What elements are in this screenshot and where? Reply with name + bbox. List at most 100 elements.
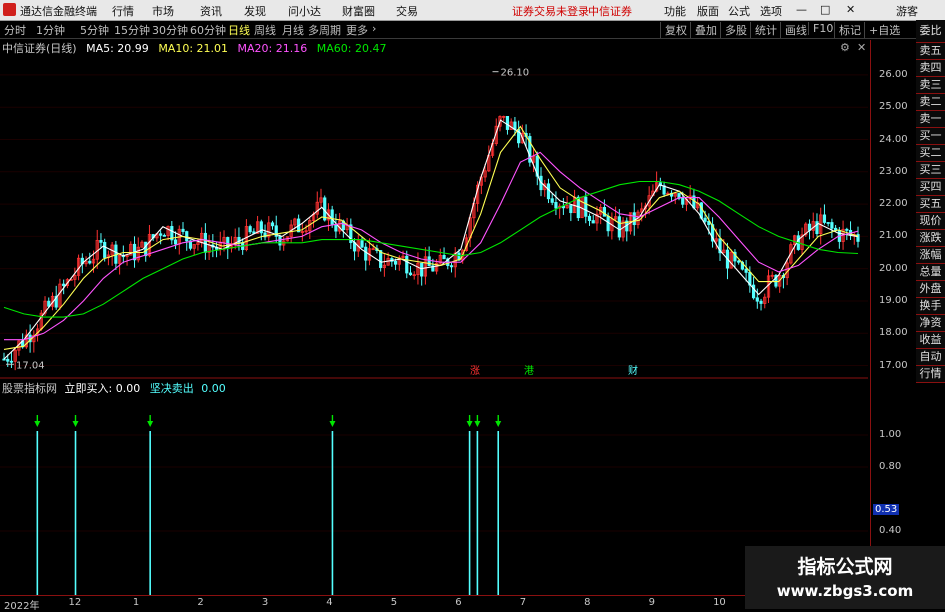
menu-wenxiaoda[interactable]: 问小达 bbox=[288, 3, 321, 19]
candle-body bbox=[162, 234, 166, 237]
ma-line-ma5 bbox=[3, 119, 859, 360]
date-tick: 9 bbox=[648, 597, 655, 608]
menu-faxian[interactable]: 发现 bbox=[244, 3, 266, 19]
side-item[interactable]: 卖一 bbox=[916, 111, 945, 128]
date-tick: 1 bbox=[132, 597, 140, 608]
tab-30min[interactable]: 30分钟 bbox=[152, 22, 188, 38]
tab-fenshi[interactable]: 分时 bbox=[4, 22, 26, 38]
candle-body bbox=[62, 283, 66, 287]
side-item[interactable]: 总量 bbox=[916, 264, 945, 281]
stats-button[interactable]: 统计 bbox=[750, 22, 777, 38]
minimize-icon[interactable]: — bbox=[796, 3, 807, 16]
side-item[interactable]: 买五 bbox=[916, 196, 945, 213]
indicator-chart[interactable] bbox=[0, 395, 870, 595]
candle-body bbox=[144, 241, 148, 257]
sell-signal-value: 0.00 bbox=[201, 382, 226, 395]
menu-gongshi[interactable]: 公式 bbox=[728, 3, 750, 19]
tab-1min[interactable]: 1分钟 bbox=[36, 22, 65, 38]
menu-zixun[interactable]: 资讯 bbox=[200, 3, 222, 19]
candle-body bbox=[830, 222, 834, 229]
restore-icon[interactable]: □ bbox=[820, 3, 830, 16]
candle-body bbox=[270, 222, 275, 227]
buy-signal-label: 立即买入: 0.00 bbox=[64, 382, 141, 395]
overlay-button[interactable]: 叠加 bbox=[690, 22, 717, 38]
price-tick: 24.00 bbox=[879, 133, 908, 145]
side-item[interactable]: 卖三 bbox=[916, 77, 945, 94]
price-tick: 21.00 bbox=[879, 230, 908, 242]
tab-5min[interactable]: 5分钟 bbox=[80, 22, 109, 38]
side-item[interactable]: 涨幅 bbox=[916, 247, 945, 264]
tab-weekly[interactable]: 周线 bbox=[254, 22, 276, 38]
candle-body bbox=[334, 223, 338, 232]
side-item[interactable]: 外盘 bbox=[916, 281, 945, 298]
period-toolbar: 分时 1分钟 5分钟 15分钟 30分钟 60分钟 日线 周线 月线 多周期 更… bbox=[0, 21, 945, 39]
guest-label[interactable]: 游客 bbox=[896, 3, 918, 19]
candle-body bbox=[822, 214, 827, 223]
fuquan-button[interactable]: 复权 bbox=[660, 22, 687, 38]
candlestick-chart[interactable]: 26.10 17.04 涨 港 财 bbox=[0, 56, 870, 381]
f10-button[interactable]: F10 bbox=[808, 22, 833, 35]
ma60-value: MA60: 20.47 bbox=[316, 42, 387, 55]
side-item[interactable]: 净资 bbox=[916, 315, 945, 332]
menu-caifuquan[interactable]: 财富圈 bbox=[342, 3, 375, 19]
candle-body bbox=[591, 220, 595, 224]
tab-monthly[interactable]: 月线 bbox=[282, 22, 304, 38]
side-item[interactable]: 收益 bbox=[916, 332, 945, 349]
ma5-value: MA5: 20.99 bbox=[86, 42, 149, 55]
tab-daily[interactable]: 日线 bbox=[228, 22, 250, 38]
close-panel-icon[interactable]: ✕ bbox=[857, 41, 866, 54]
menu-xuanxiang[interactable]: 选项 bbox=[760, 3, 782, 19]
side-item[interactable]: 卖二 bbox=[916, 94, 945, 111]
side-item[interactable]: 买四 bbox=[916, 179, 945, 196]
app-logo-icon bbox=[3, 3, 16, 16]
side-item[interactable]: 行情 bbox=[916, 366, 945, 383]
side-item[interactable]: 买一 bbox=[916, 128, 945, 145]
chevron-right-icon[interactable]: › bbox=[372, 22, 376, 35]
stock-name[interactable]: 中信证券(日线) bbox=[2, 42, 77, 55]
side-item[interactable]: 换手 bbox=[916, 298, 945, 315]
quote-side-panel: 委比 卖五 卖四 卖三 卖二 卖一 买一 买二 买三 买四 买五 现价 涨跌 涨幅 总量 外盘 换手 净资 收益 自动… bbox=[916, 20, 945, 440]
date-tick: 3 bbox=[261, 597, 269, 608]
event-tag: 财 bbox=[628, 364, 638, 377]
side-item[interactable]: 卖五 bbox=[916, 43, 945, 60]
date-tick: 6 bbox=[455, 597, 462, 608]
draw-line-button[interactable]: 画线 bbox=[780, 22, 807, 38]
menu-shichang[interactable]: 市场 bbox=[152, 3, 174, 19]
ma10-value: MA10: 21.01 bbox=[158, 42, 229, 55]
menu-hangqing[interactable]: 行情 bbox=[112, 3, 134, 19]
date-tick: 2 bbox=[197, 597, 204, 608]
trade-login-notice[interactable]: 证券交易未登录 bbox=[512, 3, 589, 19]
side-item[interactable]: 自动 bbox=[916, 349, 945, 366]
multi-stock-button[interactable]: 多股 bbox=[720, 22, 747, 38]
tab-15min[interactable]: 15分钟 bbox=[114, 22, 150, 38]
date-tick: 12 bbox=[68, 597, 82, 608]
side-item[interactable]: 买二 bbox=[916, 145, 945, 162]
side-item[interactable]: 现价 bbox=[916, 213, 945, 230]
add-favorite-button[interactable]: +自选 bbox=[864, 22, 900, 38]
candle-body bbox=[173, 239, 178, 245]
candle-body bbox=[364, 246, 368, 261]
candle-body bbox=[427, 256, 431, 267]
side-item[interactable]: 涨跌 bbox=[916, 230, 945, 247]
menu-banmian[interactable]: 版面 bbox=[697, 3, 719, 19]
candle-body bbox=[744, 268, 748, 273]
menu-gongneng[interactable]: 功能 bbox=[664, 3, 686, 19]
mark-button[interactable]: 标记 bbox=[834, 22, 861, 38]
candle-body bbox=[330, 209, 334, 225]
tab-multi-period[interactable]: 多周期 bbox=[308, 22, 341, 38]
candle-body bbox=[6, 358, 10, 362]
date-axis: 2022年12123456789101112 bbox=[0, 595, 870, 612]
tab-more[interactable]: 更多 bbox=[346, 22, 368, 38]
candle-body bbox=[203, 232, 207, 253]
settings-icon[interactable]: ⚙ bbox=[840, 41, 850, 54]
candle-body bbox=[99, 240, 103, 243]
indicator-name[interactable]: 股票指标网 bbox=[2, 382, 57, 395]
menu-jiaoyi[interactable]: 交易 bbox=[396, 3, 418, 19]
close-icon[interactable]: ✕ bbox=[846, 3, 855, 16]
side-item[interactable]: 卖四 bbox=[916, 60, 945, 77]
side-item[interactable]: 委比 bbox=[916, 20, 945, 43]
candle-body bbox=[278, 235, 282, 246]
side-item[interactable]: 买三 bbox=[916, 162, 945, 179]
price-tick: 19.00 bbox=[879, 294, 908, 306]
tab-60min[interactable]: 60分钟 bbox=[190, 22, 226, 38]
